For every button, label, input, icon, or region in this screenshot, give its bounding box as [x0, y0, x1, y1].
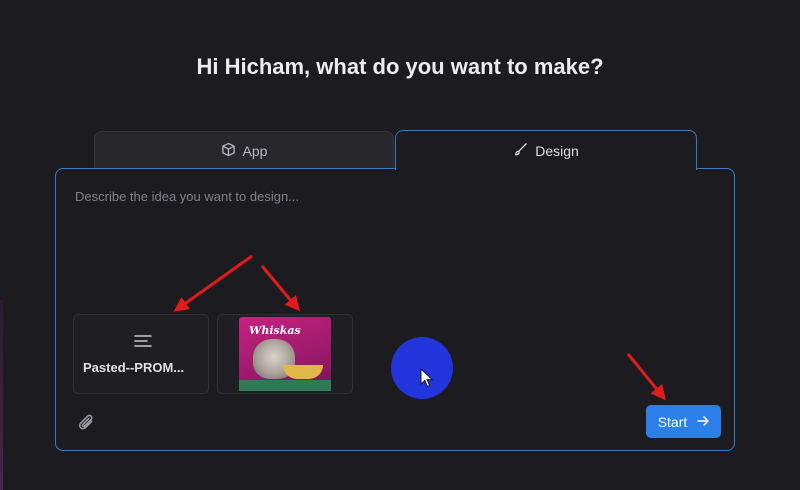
text-lines-icon	[134, 334, 152, 348]
attachment-pasted-text[interactable]: Pasted--PROM...	[73, 314, 209, 394]
tab-design[interactable]: Design	[395, 130, 697, 170]
food-bowl-illustration	[283, 365, 323, 379]
tab-app-label: App	[242, 142, 268, 159]
cat-food-package-image: Whiskas	[239, 317, 331, 391]
attachment-name: Pasted--PROM...	[83, 360, 185, 375]
brush-icon	[513, 142, 528, 160]
tab-app[interactable]: App	[94, 131, 394, 169]
window-edge	[0, 300, 3, 490]
tab-design-label: Design	[535, 142, 579, 159]
package-band	[239, 380, 331, 391]
prompt-panel: Pasted--PROM... Whiskas Start	[55, 168, 735, 451]
mouse-pointer-icon	[420, 367, 434, 388]
start-button[interactable]: Start	[646, 405, 721, 438]
arrow-right-icon	[697, 414, 710, 430]
paperclip-icon[interactable]	[78, 413, 96, 433]
cube-icon	[221, 142, 236, 160]
start-button-label: Start	[657, 413, 688, 430]
page-title: Hi Hicham, what do you want to make?	[196, 54, 604, 79]
attachment-image[interactable]: Whiskas	[217, 314, 353, 394]
prompt-input[interactable]	[75, 189, 675, 204]
package-logo: Whiskas	[249, 324, 301, 337]
